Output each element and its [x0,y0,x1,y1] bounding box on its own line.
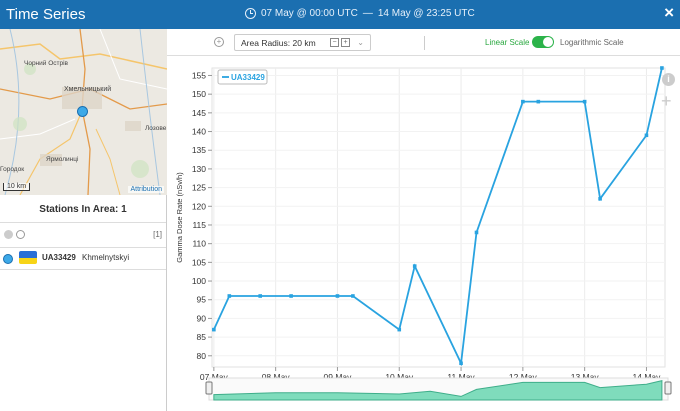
data-point [258,294,263,298]
select-all-toggle[interactable] [4,230,13,239]
stations-heading: Stations In Area: 1 [0,195,166,223]
map-label: Хмельницький [64,86,112,93]
title-bar: Time Series 07 May @ 00:00 UTC — 14 May … [0,0,680,29]
y-tick-label: 155 [192,70,206,80]
y-tick-label: 145 [192,108,206,118]
y-tick-label: 120 [192,201,206,211]
chevron-down-icon[interactable]: ⌄ [357,35,364,51]
chart-toolbar: + Area Radius: 20 km − + ⌄ Linear Scale … [167,29,680,56]
data-point [212,327,216,332]
station-select-radio[interactable] [3,254,13,264]
y-tick-label: 125 [192,183,206,193]
map-label: Чорний Острів [24,60,69,67]
y-tick-label: 110 [192,239,206,249]
data-point [412,264,417,268]
y-tick-label: 115 [192,220,206,230]
map-label: Ярмолинці [46,156,79,163]
station-count-badge: [1] [153,230,162,239]
left-panel: Чорний Острів Хмельницький Лозове Ярмоли… [0,29,167,411]
y-tick-label: 105 [192,257,206,267]
data-point [397,327,402,332]
data-point [335,294,340,298]
deselect-all-toggle[interactable] [16,230,25,239]
area-radius-select[interactable]: Area Radius: 20 km − + ⌄ [234,34,371,51]
range-start: 07 May @ 00:00 UTC [261,8,358,19]
overview-handle-left[interactable] [205,381,213,395]
data-point [582,99,587,104]
log-scale-label[interactable]: Logarithmic Scale [560,38,624,47]
area-radius-label: Area Radius: 20 km [241,38,316,48]
info-icon[interactable]: i [662,73,675,86]
y-tick-label: 95 [197,295,207,305]
linear-scale-label[interactable]: Linear Scale [485,38,529,47]
radius-decrease-button[interactable]: − [330,38,339,47]
data-point [227,294,232,298]
close-icon[interactable]: × [664,3,674,23]
y-tick-label: 85 [197,332,207,342]
y-tick-label: 135 [192,145,206,155]
station-list-item[interactable]: UA33429 Khmelnytskyi [0,248,166,270]
data-point [598,197,602,201]
data-point [474,230,479,235]
time-series-chart[interactable]: 07 May 08 May 09 May 10 May 11 May 12 May 13 M… [167,56,680,411]
y-tick-label: 80 [197,351,207,361]
y-tick-label: 130 [192,164,206,174]
y-tick-label: 90 [197,313,207,323]
data-point [289,294,293,298]
data-point [660,66,664,70]
data-point [521,99,525,104]
station-id: UA33429 [42,253,76,262]
data-point [351,294,355,298]
map-label: Городок [0,166,25,173]
attribution-link[interactable]: Attribution [128,186,164,193]
map-view[interactable]: Чорний Острів Хмельницький Лозове Ярмоли… [0,29,167,195]
map-scale: 10 km [3,183,31,191]
overview-handle-right[interactable] [664,381,672,395]
clock-icon [245,8,256,19]
data-point [459,361,463,366]
plus-circle-icon[interactable]: + [214,37,224,47]
map-label: Лозове [145,125,167,132]
toolbar-divider [424,36,425,50]
station-marker[interactable] [77,106,88,117]
window-title: Time Series [6,6,86,23]
y-tick-label: 100 [192,276,206,286]
range-separator: — [362,8,373,19]
station-filter-row: [1] [0,223,166,248]
y-axis-label: Gamma Dose Rate (nSv/h) [175,172,184,263]
radius-increase-button[interactable]: + [341,38,350,47]
legend-label: UA33429 [231,73,265,82]
time-range[interactable]: 07 May @ 00:00 UTC — 14 May @ 23:25 UTC [245,8,475,19]
y-tick-label: 150 [192,89,206,99]
scale-toggle[interactable] [532,36,554,48]
flag-stripe-bottom [19,257,37,264]
range-end: 14 May @ 23:25 UTC [377,8,475,19]
data-point [536,99,541,104]
ukraine-flag-icon [19,251,37,264]
series-line [213,67,663,367]
zoom-in-icon[interactable]: + [661,92,672,110]
y-tick-label: 140 [192,127,206,137]
station-name: Khmelnytskyi [82,253,130,262]
data-point [644,133,649,138]
